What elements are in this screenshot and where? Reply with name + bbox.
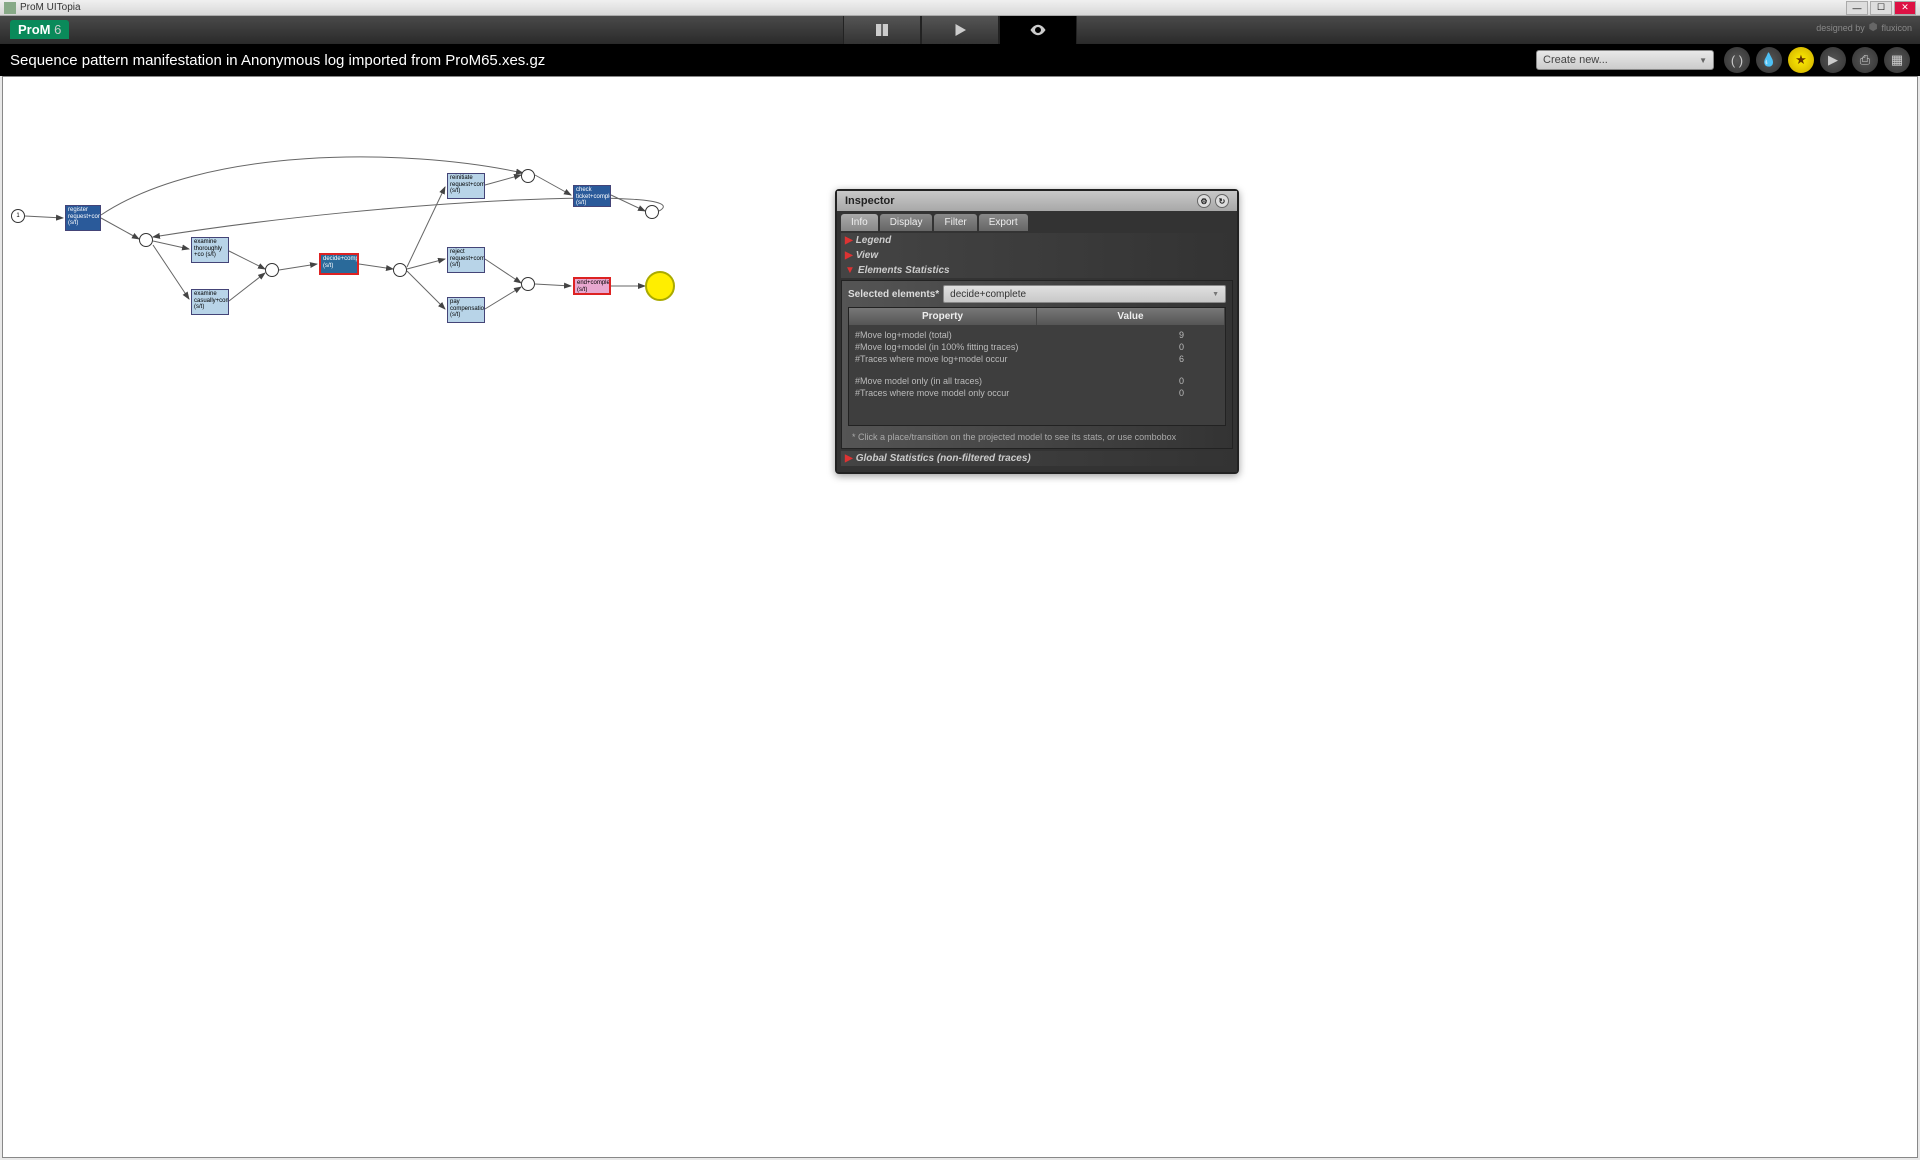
section-elements-statistics[interactable]: ▼Elements Statistics	[841, 263, 1233, 278]
chevron-down-icon: ▼	[1699, 56, 1707, 65]
inspector-tab-display[interactable]: Display	[880, 214, 933, 231]
inspector-settings-icon[interactable]: ⚙	[1197, 194, 1211, 208]
transition-node[interactable]: end+complete (s/t)	[573, 277, 611, 295]
sub-toolbar: Sequence pattern manifestation in Anonym…	[0, 44, 1920, 76]
canvas-area[interactable]: 1 register request+compl (s/t) examine tho…	[2, 76, 1918, 1158]
inspector-hint: * Click a place/transition on the projec…	[848, 426, 1226, 444]
grid-icon[interactable]: ▦	[1884, 47, 1910, 73]
place[interactable]: 1	[11, 209, 25, 223]
inspector-title[interactable]: Inspector ⚙ ↻	[837, 191, 1237, 211]
transition-node[interactable]: check ticket+complete (s/t)	[573, 185, 611, 207]
star-icon[interactable]: ★	[1788, 47, 1814, 73]
selected-elements-label: Selected elements*	[848, 289, 939, 300]
minimize-button[interactable]: —	[1846, 1, 1868, 15]
place[interactable]	[139, 233, 153, 247]
stats-row: #Traces where move log+model occur6	[849, 353, 1225, 365]
nav-tab-actions[interactable]	[921, 16, 999, 44]
section-global-statistics[interactable]: ▶Global Statistics (non-filtered traces)	[841, 451, 1233, 466]
place[interactable]	[521, 169, 535, 183]
place[interactable]	[393, 263, 407, 277]
top-toolbar: ProM 6 designed by ⬢ fluxicon	[0, 16, 1920, 44]
col-property: Property	[849, 308, 1037, 325]
final-place[interactable]	[645, 271, 675, 301]
fluxicon-logo-icon: ⬢	[1869, 22, 1878, 33]
transition-node[interactable]: decide+compl (s/t)	[319, 253, 359, 275]
inspector-tab-info[interactable]: Info	[841, 214, 878, 231]
place[interactable]	[645, 205, 659, 219]
transition-node[interactable]: reject request+compl (s/t)	[447, 247, 485, 273]
maximize-button[interactable]: ☐	[1870, 1, 1892, 15]
window-titlebar: ProM UITopia — ☐ ✕	[0, 0, 1920, 16]
play-icon[interactable]: ▶	[1820, 47, 1846, 73]
parentheses-icon[interactable]: ( )	[1724, 47, 1750, 73]
create-new-dropdown[interactable]: Create new... ▼	[1536, 50, 1714, 70]
inspector-tab-filter[interactable]: Filter	[934, 214, 976, 231]
print-icon[interactable]: ⎙	[1852, 47, 1878, 73]
transition-node[interactable]: reinitiate request+compl (s/t)	[447, 173, 485, 199]
app-logo: ProM 6	[10, 20, 69, 39]
close-button[interactable]: ✕	[1894, 1, 1916, 15]
chevron-down-icon: ▼	[1212, 291, 1219, 298]
page-title: Sequence pattern manifestation in Anonym…	[10, 52, 1536, 69]
transition-node[interactable]: examine thoroughly +co (s/t)	[191, 237, 229, 263]
brand-label: designed by ⬢ fluxicon	[1816, 22, 1912, 33]
inspector-tabs: InfoDisplayFilterExport	[837, 211, 1237, 231]
stats-row: #Traces where move model only occur0	[849, 387, 1225, 399]
section-view[interactable]: ▶View	[841, 248, 1233, 263]
drop-icon[interactable]: 💧	[1756, 47, 1782, 73]
stats-table: Property Value #Move log+model (total)9#…	[848, 307, 1226, 426]
app-icon	[4, 2, 16, 14]
selected-elements-dropdown[interactable]: decide+complete ▼	[943, 285, 1226, 303]
nav-tab-workspace[interactable]	[843, 16, 921, 44]
transition-node[interactable]: examine casually+com (s/t)	[191, 289, 229, 315]
section-legend[interactable]: ▶Legend	[841, 233, 1233, 248]
stats-row: #Move log+model (in 100% fitting traces)…	[849, 341, 1225, 353]
inspector-panel[interactable]: Inspector ⚙ ↻ InfoDisplayFilterExport ▶L…	[835, 189, 1239, 474]
transition-node[interactable]: pay compensation (s/t)	[447, 297, 485, 323]
inspector-tab-export[interactable]: Export	[979, 214, 1028, 231]
stats-row: #Move log+model (total)9	[849, 329, 1225, 341]
stats-row: #Move model only (in all traces)0	[849, 375, 1225, 387]
place[interactable]	[521, 277, 535, 291]
inspector-refresh-icon[interactable]: ↻	[1215, 194, 1229, 208]
col-value: Value	[1037, 308, 1225, 325]
transition-node[interactable]: register request+compl (s/t)	[65, 205, 101, 231]
nav-tab-view[interactable]	[999, 16, 1077, 44]
window-title: ProM UITopia	[20, 2, 1846, 13]
place[interactable]	[265, 263, 279, 277]
